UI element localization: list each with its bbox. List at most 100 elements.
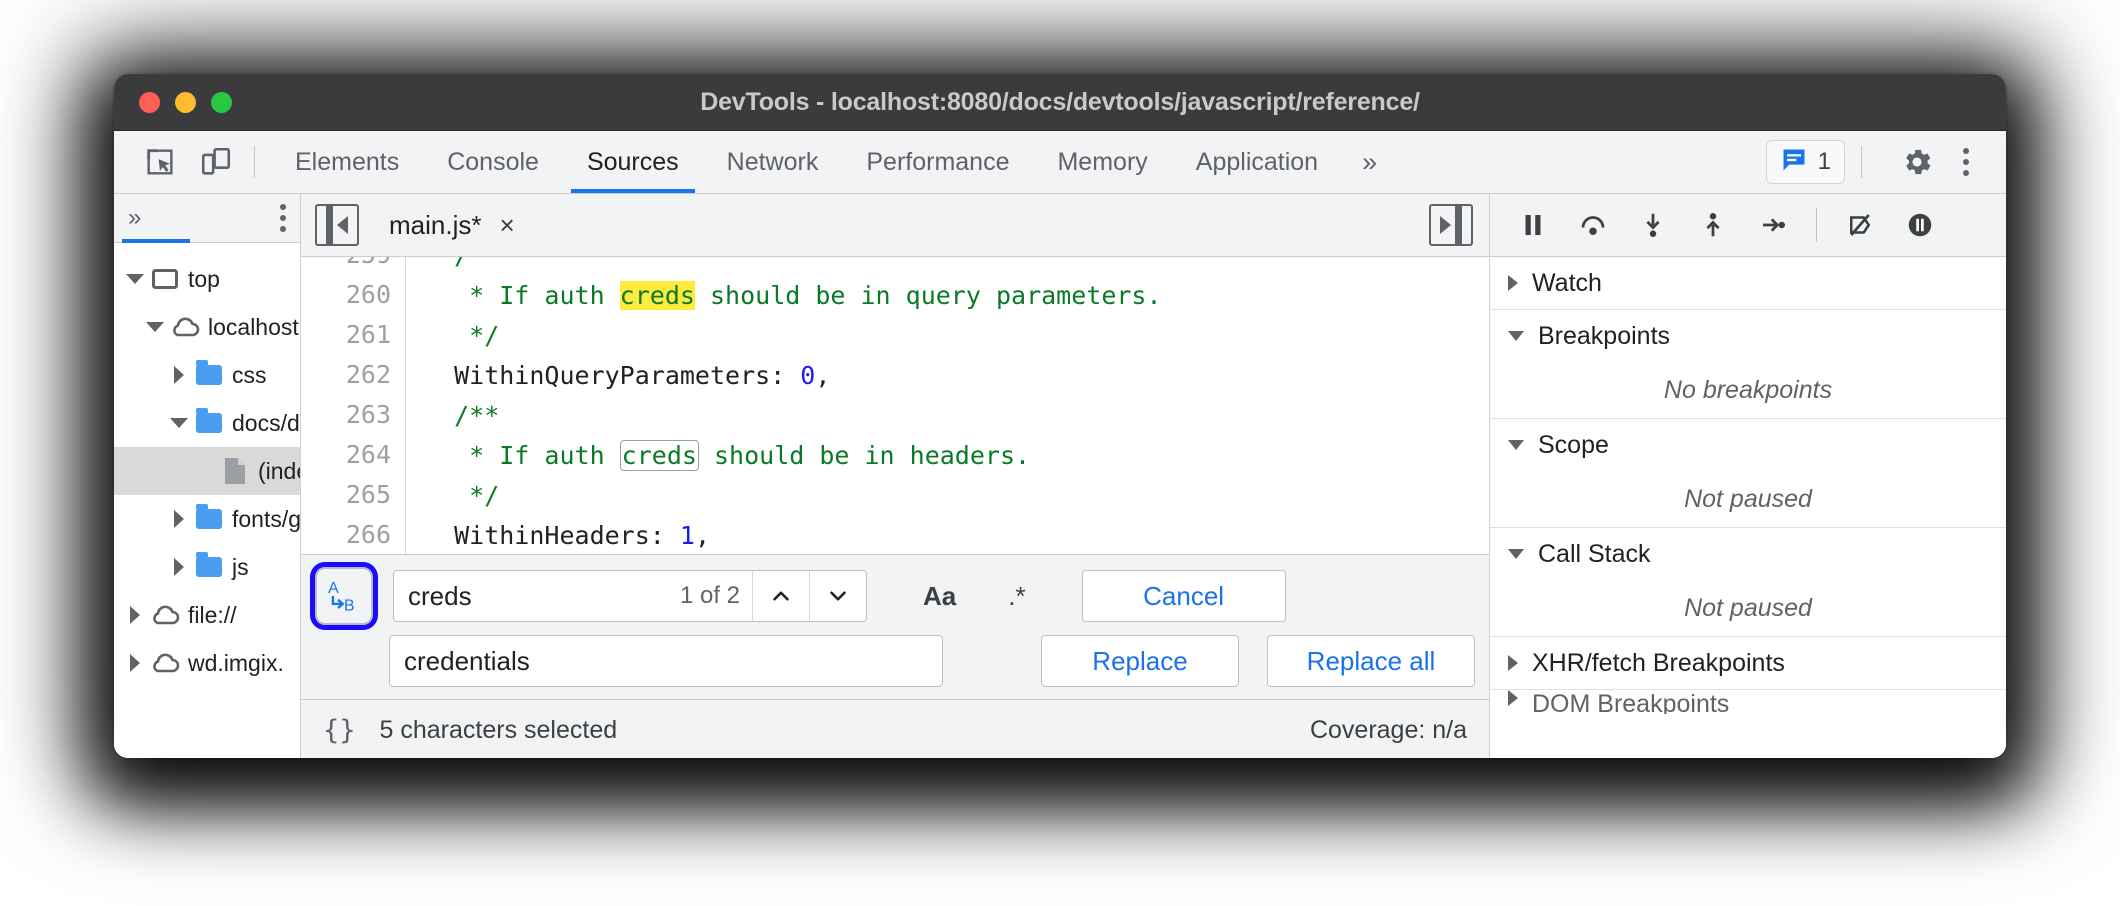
chevron-down-icon[interactable] — [1508, 331, 1524, 341]
tab-memory[interactable]: Memory — [1033, 131, 1171, 193]
regex-button[interactable]: .* — [1002, 581, 1031, 612]
close-window-button[interactable] — [139, 92, 160, 113]
expand-sidebar-icon[interactable] — [1429, 204, 1473, 246]
traffic-lights — [139, 92, 232, 113]
code-line: 262 WithinQueryParameters: 0, — [301, 355, 1489, 395]
tree-item-localhost[interactable]: localhost: — [114, 303, 300, 351]
device-toolbar-icon[interactable] — [194, 140, 238, 184]
twisty-down-icon[interactable] — [122, 274, 148, 284]
twisty-down-icon[interactable] — [142, 322, 168, 332]
pause-on-exceptions-icon[interactable] — [1893, 202, 1947, 248]
chevron-right-icon[interactable] — [1508, 275, 1518, 291]
chevron-down-icon[interactable] — [1508, 549, 1524, 559]
search-field[interactable]: 1 of 2 — [393, 570, 867, 622]
replace-row: Replace Replace all — [315, 635, 1475, 687]
twisty-right-icon[interactable] — [166, 558, 192, 576]
gear-icon[interactable] — [1896, 141, 1938, 183]
debugger-section-dom-breakpoints[interactable]: DOM Breakpoints — [1490, 690, 2006, 714]
chevron-down-icon[interactable] — [809, 571, 866, 621]
section-header[interactable]: Breakpoints — [1490, 310, 2006, 362]
pause-icon[interactable] — [1506, 202, 1560, 248]
tab-sources[interactable]: Sources — [563, 131, 703, 193]
more-tabs-icon[interactable]: » — [1342, 149, 1397, 176]
editor-file-tab-label: main.js* — [389, 210, 481, 241]
tab-elements[interactable]: Elements — [271, 131, 423, 193]
replace-field[interactable] — [389, 635, 943, 687]
editor-file-tab[interactable]: main.js* × — [389, 210, 515, 241]
tree-item-fonts[interactable]: fonts/g — [114, 495, 300, 543]
code-segment: * If auth — [424, 441, 620, 470]
line-number: 263 — [301, 395, 406, 435]
code-line: 260 * If auth creds should be in query p… — [301, 275, 1489, 315]
debugger-section-watch[interactable]: Watch — [1490, 257, 2006, 310]
minimize-window-button[interactable] — [175, 92, 196, 113]
line-number: 264 — [301, 435, 406, 475]
replace-input[interactable] — [390, 646, 942, 677]
tree-item-css[interactable]: css — [114, 351, 300, 399]
twisty-right-icon[interactable] — [122, 654, 148, 672]
step-icon[interactable] — [1746, 202, 1800, 248]
console-message-button[interactable]: 1 — [1766, 140, 1845, 184]
step-out-icon[interactable] — [1686, 202, 1740, 248]
coverage-status: Coverage: n/a — [1310, 716, 1467, 745]
code-segment: /** — [424, 401, 499, 430]
collapse-sidebar-icon[interactable] — [315, 204, 359, 246]
pretty-print-icon[interactable]: {} — [323, 715, 356, 746]
twisty-right-icon[interactable] — [122, 606, 148, 624]
tab-network[interactable]: Network — [703, 131, 843, 193]
section-header[interactable]: XHR/fetch Breakpoints — [1490, 637, 2006, 689]
section-header[interactable]: Call Stack — [1490, 528, 2006, 580]
deactivate-breakpoints-icon[interactable] — [1833, 202, 1887, 248]
folder-icon — [192, 557, 226, 577]
maximize-window-button[interactable] — [211, 92, 232, 113]
tab-performance[interactable]: Performance — [842, 131, 1033, 193]
cloud-icon — [168, 316, 202, 338]
tab-application[interactable]: Application — [1172, 131, 1342, 193]
tree-item-wd-imgix[interactable]: wd.imgix. — [114, 639, 300, 687]
twisty-right-icon[interactable] — [166, 510, 192, 528]
twisty-right-icon[interactable] — [166, 366, 192, 384]
tab-console[interactable]: Console — [423, 131, 563, 193]
replace-button[interactable]: Replace — [1041, 635, 1239, 687]
navigator-more-icon[interactable]: » — [128, 206, 141, 230]
twisty-down-icon[interactable] — [166, 418, 192, 428]
debugger-section-xhr-breakpoints[interactable]: XHR/fetch Breakpoints — [1490, 637, 2006, 690]
console-message-icon — [1780, 146, 1808, 179]
code-segment: 0 — [800, 361, 815, 390]
replace-toggle-icon[interactable]: A B — [315, 567, 373, 625]
inspect-element-icon[interactable] — [138, 140, 182, 184]
match-case-button[interactable]: Aa — [917, 581, 962, 612]
section-empty-message: No breakpoints — [1490, 362, 2006, 418]
tree-item-file-protocol[interactable]: file:// — [114, 591, 300, 639]
search-input[interactable] — [394, 581, 680, 612]
chevron-right-icon[interactable] — [1508, 655, 1518, 671]
tree-item-docs[interactable]: docs/d — [114, 399, 300, 447]
match-count: 1 of 2 — [680, 582, 752, 610]
code-line: 263 /** — [301, 395, 1489, 435]
close-icon[interactable]: × — [499, 210, 514, 241]
editor-column: main.js* × 259 /** — [301, 194, 1489, 758]
step-into-icon[interactable] — [1626, 202, 1680, 248]
chevron-down-icon[interactable] — [1508, 440, 1524, 450]
navigator-kebab-menu-icon[interactable] — [280, 204, 286, 232]
code-segment: , — [815, 361, 830, 390]
debugger-section-call-stack[interactable]: Call Stack Not paused — [1490, 528, 2006, 637]
code-editor[interactable]: 259 /** 260 * If auth creds should be in… — [301, 257, 1489, 554]
chevron-up-icon[interactable] — [752, 571, 809, 621]
kebab-menu-icon[interactable] — [1948, 141, 1984, 183]
tree-item-js[interactable]: js — [114, 543, 300, 591]
section-header[interactable]: Watch — [1490, 257, 2006, 309]
tree-item-index[interactable]: (inde — [114, 447, 300, 495]
debugger-section-scope[interactable]: Scope Not paused — [1490, 419, 2006, 528]
section-title: Call Stack — [1538, 540, 1651, 569]
debugger-section-breakpoints[interactable]: Breakpoints No breakpoints — [1490, 310, 2006, 419]
toolbar-divider — [254, 146, 255, 178]
section-header[interactable]: Scope — [1490, 419, 2006, 471]
selection-status: 5 characters selected — [380, 716, 618, 745]
tree-item-top[interactable]: top — [114, 255, 300, 303]
cancel-button[interactable]: Cancel — [1082, 570, 1286, 622]
code-segment: */ — [424, 321, 499, 350]
replace-all-button[interactable]: Replace all — [1267, 635, 1475, 687]
chevron-right-icon[interactable] — [1508, 690, 1518, 706]
step-over-icon[interactable] — [1566, 202, 1620, 248]
